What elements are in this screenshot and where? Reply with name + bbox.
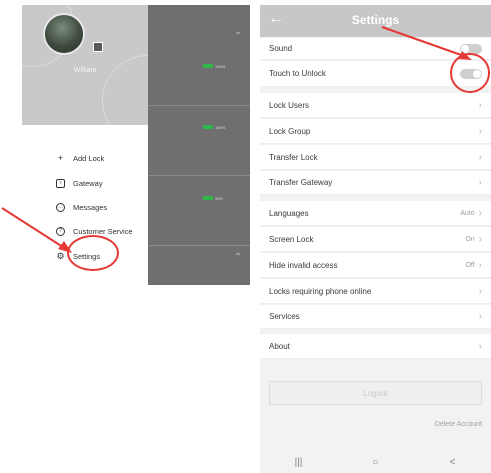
annotation-arrow [381, 26, 472, 60]
chevron-right-icon: › [478, 151, 482, 163]
android-nav-bar: ||| ○ < [260, 451, 491, 473]
setting-label: Screen Lock [269, 234, 314, 244]
setting-row-about[interactable]: About › [260, 334, 491, 359]
divider [148, 245, 250, 246]
logout-button[interactable]: Logout [269, 381, 482, 405]
setting-row-screen-lock[interactable]: Screen Lock On › [260, 227, 491, 252]
setting-label: About [269, 341, 290, 351]
chevron-right-icon: › [478, 285, 482, 297]
annotation-arrow [1, 207, 72, 253]
battery-level: 95% [215, 196, 224, 201]
setting-row-lock-group[interactable]: Lock Group › [260, 119, 491, 144]
edit-avatar-icon[interactable] [93, 42, 103, 52]
setting-row-languages[interactable]: Languages Auto › [260, 201, 491, 226]
setting-label: Transfer Lock [269, 152, 318, 162]
menu-item-label: Add Lock [73, 153, 105, 163]
chevron-right-icon: › [478, 311, 482, 322]
setting-label: Lock Users [269, 100, 310, 110]
chevron-up-icon[interactable]: ⌃ [234, 252, 242, 263]
battery-level: 100% [215, 64, 226, 69]
back-button[interactable]: < [438, 457, 468, 468]
divider [148, 175, 250, 176]
setting-label: Transfer Gateway [269, 178, 333, 187]
lock-list-overlay [148, 5, 250, 285]
chevron-right-icon: › [478, 125, 482, 137]
chevron-right-icon: › [478, 259, 482, 271]
setting-row-services[interactable]: Services › [260, 305, 491, 329]
chevron-right-icon: › [478, 207, 482, 219]
plus-icon: + [57, 153, 64, 163]
gateway-icon: ▿ [56, 178, 65, 188]
setting-label: Lock Group [269, 126, 311, 136]
setting-row-transfer-gateway[interactable]: Transfer Gateway › [260, 171, 491, 195]
settings-screen: ← Settings Sound Touch to Unlock Lock Us… [260, 5, 491, 473]
setting-row-hide-invalid-access[interactable]: Hide invalid access Off › [260, 253, 491, 278]
divider [148, 105, 250, 106]
menu-item-label: Gateway [73, 178, 103, 188]
setting-row-lock-users[interactable]: Lock Users › [260, 93, 491, 118]
recents-button[interactable]: ||| [284, 457, 314, 468]
chevron-right-icon: › [478, 233, 482, 245]
setting-value: On [465, 235, 475, 243]
username: William [73, 67, 97, 74]
setting-label: Hide invalid access [269, 260, 338, 270]
battery-icon [203, 196, 213, 200]
menu-item-add-lock[interactable]: + Add Lock [56, 151, 104, 165]
chevron-right-icon: › [478, 99, 482, 111]
setting-value: Auto [460, 209, 475, 217]
chevron-right-icon: › [478, 177, 482, 188]
setting-value: Off [465, 261, 475, 269]
setting-label: Languages [269, 208, 309, 218]
battery-level: 100% [215, 125, 226, 130]
setting-row-locks-requiring-phone-online[interactable]: Locks requiring phone online › [260, 279, 491, 304]
home-button[interactable]: ○ [361, 457, 391, 468]
delete-account-link[interactable]: Delete Account [435, 421, 482, 428]
drawer-header [0, 0, 194, 147]
battery-icon [203, 64, 213, 68]
menu-item-gateway[interactable]: ▿ Gateway [56, 176, 103, 190]
setting-label: Touch to Unlock [269, 69, 326, 78]
avatar[interactable] [43, 13, 85, 55]
setting-label: Services [269, 312, 300, 321]
setting-label: Locks requiring phone online [269, 286, 372, 296]
chevron-right-icon: › [478, 340, 482, 352]
battery-icon [203, 125, 213, 129]
chevron-down-icon[interactable]: ⌄ [234, 26, 242, 37]
left-screenshot: William ⌄ 100% 100% 95% ⌃ + Add Lock ▿ G… [0, 0, 250, 473]
setting-row-transfer-lock[interactable]: Transfer Lock › [260, 145, 491, 170]
